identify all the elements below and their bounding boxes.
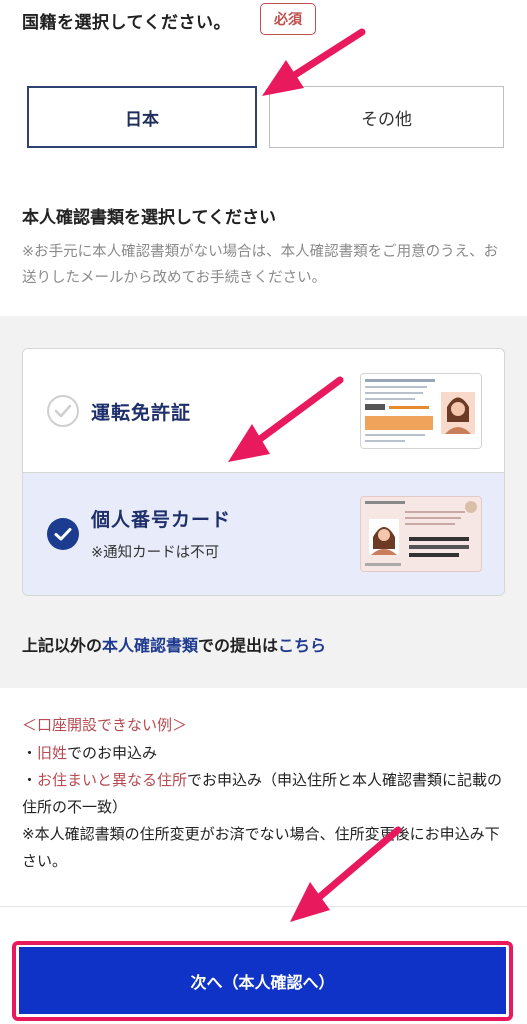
other-docs-prefix: 上記以外の xyxy=(22,636,103,655)
other-docs-link-documents[interactable]: 本人確認書類 xyxy=(102,636,198,655)
example-line-1-rest: でのお申込み xyxy=(67,744,158,762)
divider xyxy=(0,906,527,907)
nationality-label: 国籍を選択してください。 xyxy=(22,13,231,33)
document-options-card: 運転免許証 個人番号カード ※通知カードは不可 xyxy=(22,348,505,596)
nationality-option-other[interactable]: その他 xyxy=(269,86,504,148)
example-line-1: ・旧姓でのお申込み xyxy=(22,740,508,767)
next-button[interactable]: 次へ（本人確認へ） xyxy=(19,947,506,1014)
example-emphasis-maiden-name: 旧姓 xyxy=(37,744,68,762)
example-line-2: ・お住まいと異なる住所でお申込み（申込住所と本人確認書類に記載の住所の不一致） xyxy=(22,767,508,821)
examples-body: ・旧姓でのお申込み ・お住まいと異なる住所でお申込み（申込住所と本人確認書類に記… xyxy=(22,740,508,875)
other-docs-link-here[interactable]: こちら xyxy=(278,636,326,655)
example-line-3: ※本人確認書類の住所変更がお済でない場合、住所変更後にお申込み下さい。 xyxy=(22,825,500,870)
bullet: ・ xyxy=(22,771,38,789)
radio-checked-icon xyxy=(47,518,79,550)
my-number-card-image xyxy=(360,496,482,572)
my-number-card-note: ※通知カードは不可 xyxy=(91,545,220,561)
document-section-title: 本人確認書類を選択してください xyxy=(22,208,276,228)
nationality-option-japan[interactable]: 日本 xyxy=(27,86,257,148)
other-docs-mid: での提出は xyxy=(198,636,279,655)
document-note: ※お手元に本人確認書類がない場合は、本人確認書類をご用意のうえ、お送りしたメール… xyxy=(22,244,499,286)
drivers-license-image xyxy=(360,373,482,449)
document-option-my-number-card[interactable]: 個人番号カード ※通知カードは不可 xyxy=(23,473,504,595)
document-option-drivers-license[interactable]: 運転免許証 xyxy=(23,349,504,473)
example-emphasis-address: お住まいと異なる住所 xyxy=(37,771,188,789)
radio-unchecked-icon xyxy=(47,395,79,427)
other-documents-line: 上記以外の本人確認書類での提出はこちら xyxy=(22,632,326,656)
examples-title: ＜口座開設できない例＞ xyxy=(22,716,188,734)
required-badge: 必須 xyxy=(260,3,316,35)
my-number-card-label: 個人番号カード xyxy=(91,509,232,531)
drivers-license-label: 運転免許証 xyxy=(91,402,192,424)
bullet: ・ xyxy=(22,744,38,762)
